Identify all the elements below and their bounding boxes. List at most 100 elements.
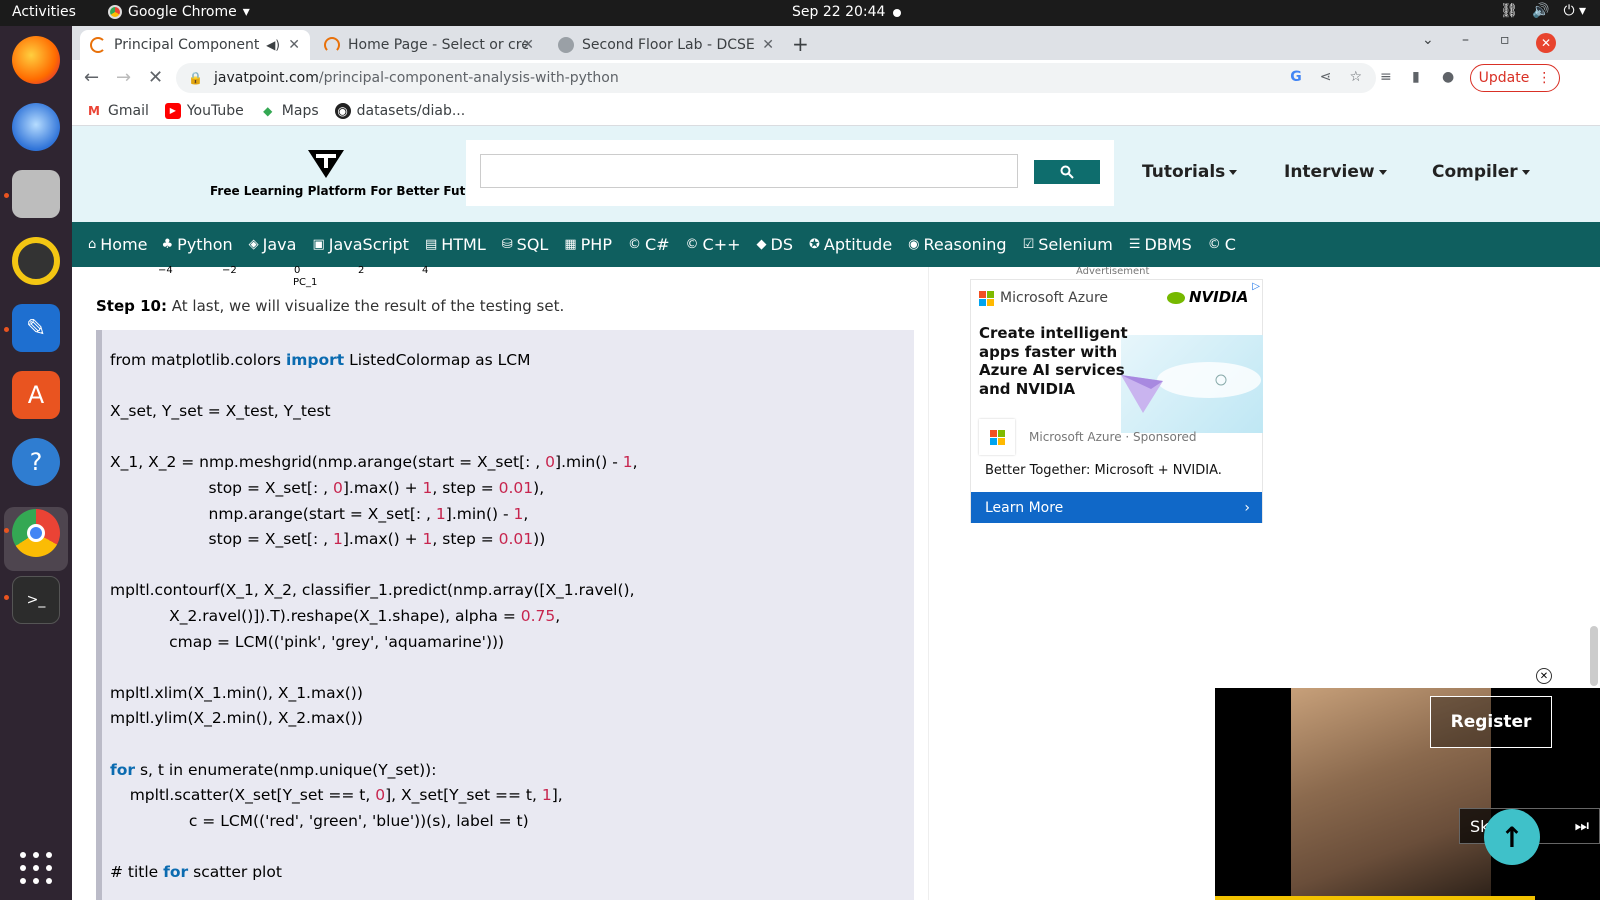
ad-headline: Create intelligent apps faster with Azur… bbox=[979, 324, 1128, 398]
firefox-icon[interactable] bbox=[12, 36, 60, 84]
audio-icon[interactable]: ◀) bbox=[266, 38, 280, 52]
nav-interview[interactable]: Interview bbox=[1284, 162, 1387, 182]
loading-spinner-icon bbox=[90, 37, 106, 53]
code-number: 0.75 bbox=[520, 606, 556, 625]
ad-partner: NVIDIA bbox=[1189, 288, 1249, 306]
menu-java[interactable]: ◈ Java bbox=[249, 235, 297, 254]
php-icon: ▦ bbox=[564, 237, 577, 252]
site-search-button[interactable] bbox=[1034, 160, 1100, 184]
bookmark-youtube[interactable]: ▶ YouTube bbox=[164, 102, 244, 119]
update-button[interactable]: Update ⋮ bbox=[1470, 64, 1560, 92]
code-block[interactable]: from matplotlib.colors import ListedColo… bbox=[96, 330, 914, 900]
writer-icon[interactable]: ✎ bbox=[12, 304, 60, 352]
stop-icon[interactable]: ✕ bbox=[148, 67, 163, 88]
close-window-icon[interactable]: ✕ bbox=[1536, 33, 1556, 53]
clock[interactable]: Sep 22 20:44 bbox=[792, 4, 885, 20]
maximize-icon[interactable]: ▫ bbox=[1500, 32, 1510, 48]
tab-search-icon[interactable]: ⌄ bbox=[1422, 32, 1434, 48]
forward-icon[interactable]: → bbox=[116, 67, 131, 88]
code-text: ].min() - bbox=[445, 504, 514, 523]
menu-label: DS bbox=[770, 235, 794, 254]
bookmark-star-icon[interactable]: ☆ bbox=[1349, 69, 1362, 85]
close-tab-icon[interactable]: ✕ bbox=[522, 37, 534, 53]
code-text: stop = X_set[: , bbox=[110, 530, 333, 549]
code-line: cmap = LCM(('pink', 'grey', 'aquamarine'… bbox=[110, 630, 914, 656]
thunderbird-icon[interactable] bbox=[12, 103, 60, 151]
bookmark-datasets[interactable]: ◉ datasets/diab... bbox=[334, 102, 465, 119]
menu-dbms[interactable]: ☰ DBMS bbox=[1129, 235, 1192, 254]
bookmark-maps[interactable]: ◆ Maps bbox=[260, 103, 318, 119]
new-tab-icon[interactable]: + bbox=[792, 32, 809, 56]
side-panel-icon[interactable]: ▮ bbox=[1412, 69, 1420, 85]
code-line: X_set, Y_set = X_test, Y_test bbox=[110, 399, 914, 425]
adchoices-icon[interactable]: ▷ bbox=[1252, 281, 1260, 292]
code-text: , bbox=[632, 453, 638, 472]
site-logo[interactable]: Free Learning Platform For Better Future bbox=[172, 148, 488, 208]
minimize-icon[interactable]: – bbox=[1462, 32, 1469, 48]
nvidia-logo: NVIDIA bbox=[1167, 288, 1248, 306]
menu-php[interactable]: ▦ PHP bbox=[564, 235, 612, 254]
video-progress-bar bbox=[1215, 896, 1535, 900]
menu-sql[interactable]: ⛁ SQL bbox=[502, 235, 549, 254]
chrome-icon[interactable] bbox=[12, 509, 60, 557]
site-search-input[interactable] bbox=[480, 154, 1018, 188]
tab-second-floor-lab[interactable]: Second Floor Lab - DCSE ✕ bbox=[548, 30, 784, 60]
close-tab-icon[interactable]: ✕ bbox=[762, 37, 774, 53]
menu-cpp[interactable]: © C++ bbox=[686, 235, 741, 254]
advertisement[interactable]: ▷ Microsoft Azure NVIDIA Create intellig… bbox=[970, 279, 1263, 523]
url-host: javatpoint.com bbox=[214, 70, 319, 86]
sidebar-divider bbox=[928, 267, 929, 900]
back-icon[interactable]: ← bbox=[84, 67, 99, 88]
menu-home[interactable]: ⌂ Home bbox=[88, 235, 148, 254]
terminal-icon[interactable]: >_ bbox=[12, 576, 60, 624]
menu-html[interactable]: ▤ HTML bbox=[425, 235, 486, 254]
nav-tutorials[interactable]: Tutorials bbox=[1142, 162, 1238, 182]
nav-compiler[interactable]: Compiler bbox=[1432, 162, 1530, 182]
scroll-to-top-button[interactable]: ↑ bbox=[1484, 809, 1540, 865]
tab-strip: Principal Component A ◀) ✕ Home Page - S… bbox=[72, 26, 1600, 60]
files-icon[interactable] bbox=[12, 170, 60, 218]
bookmark-gmail[interactable]: M Gmail bbox=[86, 103, 149, 119]
google-icon[interactable]: G bbox=[1290, 69, 1302, 85]
page-scrollbar-thumb[interactable] bbox=[1590, 626, 1598, 686]
caret-down-icon bbox=[1378, 169, 1387, 175]
address-bar[interactable]: 🔒 javatpoint.com/principal-component-ana… bbox=[176, 63, 1376, 93]
software-icon[interactable]: A bbox=[12, 371, 60, 419]
ad-learn-more-button[interactable]: Learn More › bbox=[971, 492, 1262, 523]
tab-principal-component[interactable]: Principal Component A ◀) ✕ bbox=[80, 30, 310, 60]
show-apps-icon[interactable] bbox=[20, 852, 52, 884]
app-menu[interactable]: Google Chrome ▾ bbox=[108, 4, 250, 20]
menu-javascript[interactable]: ▣ JavaScript bbox=[312, 235, 409, 254]
close-video-icon[interactable]: ✕ bbox=[1536, 668, 1552, 684]
video-register-button[interactable]: Register bbox=[1430, 696, 1552, 748]
menu-c[interactable]: © C bbox=[1208, 235, 1236, 254]
menu-ds[interactable]: ◆ DS bbox=[757, 235, 793, 254]
menu-csharp[interactable]: © C# bbox=[628, 235, 670, 254]
lock-icon[interactable]: 🔒 bbox=[188, 71, 203, 85]
rhythmbox-icon[interactable] bbox=[12, 237, 60, 285]
tab-home-page[interactable]: Home Page - Select or cre ✕ bbox=[314, 30, 544, 60]
menu-aptitude[interactable]: ✪ Aptitude bbox=[809, 235, 892, 254]
menu-label: JavaScript bbox=[328, 235, 409, 254]
ad-label: Advertisement bbox=[1076, 266, 1150, 277]
code-text: mpltl.contourf(X_1, X_2, classifier_1.pr… bbox=[110, 581, 635, 600]
menu-selenium[interactable]: ☑ Selenium bbox=[1023, 235, 1113, 254]
chrome-icon bbox=[108, 5, 122, 19]
profile-icon[interactable]: ● bbox=[1442, 69, 1454, 85]
bookmark-label: YouTube bbox=[186, 102, 244, 119]
menu-reasoning[interactable]: ◉ Reasoning bbox=[908, 235, 1006, 254]
share-icon[interactable]: ⋖ bbox=[1320, 69, 1332, 85]
code-text: cmap = LCM(('pink', 'grey', 'aquamarine'… bbox=[110, 632, 505, 651]
help-icon[interactable]: ? bbox=[12, 438, 60, 486]
video-ad-player[interactable]: Register Skip⏭ bbox=[1215, 688, 1600, 900]
activities-button[interactable]: Activities bbox=[12, 4, 76, 20]
gmail-icon: M bbox=[88, 103, 100, 118]
html-icon: ▤ bbox=[424, 237, 438, 252]
system-tray[interactable]: ⛓ 🔊 ⏻ ▾ bbox=[1500, 3, 1586, 19]
menu-python[interactable]: ♣ Python bbox=[162, 235, 233, 254]
close-tab-icon[interactable]: ✕ bbox=[288, 37, 300, 53]
menu-label: Selenium bbox=[1038, 235, 1113, 254]
code-text: X_set, Y_set = X_test, Y_test bbox=[110, 402, 331, 421]
media-icon[interactable]: ≡ bbox=[1380, 69, 1392, 85]
